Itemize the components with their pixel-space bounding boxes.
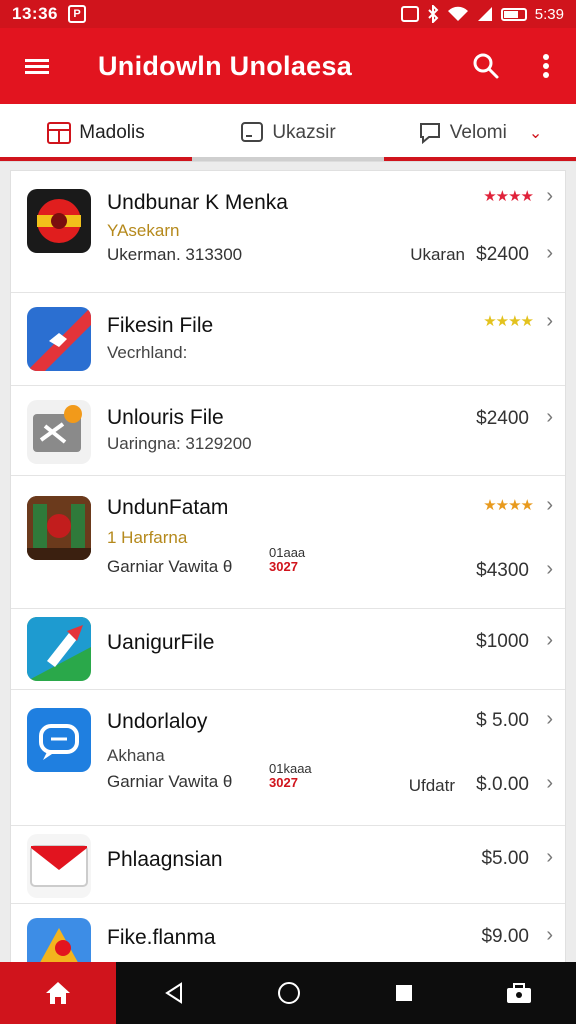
app-thumbnail	[27, 834, 91, 898]
home-icon[interactable]	[0, 962, 116, 1024]
app-thumbnail	[27, 189, 91, 253]
status-bar: 13:36 P 5:39	[0, 0, 576, 28]
bottom-nav	[0, 962, 576, 1024]
item-price: $2400	[476, 244, 529, 265]
item-subtitle: Uaringna: 3129200	[107, 434, 252, 453]
item-subtitle: Vecrhland:	[107, 343, 188, 362]
badge-top: 01aaa	[269, 545, 306, 560]
app-thumbnail	[27, 708, 91, 772]
circle-home-icon[interactable]	[231, 962, 346, 1024]
chevron-right-icon: ›	[546, 242, 553, 264]
chevron-right-icon: ›	[546, 558, 553, 580]
item-subtitle: 1 Harfarna	[107, 528, 188, 547]
list-item[interactable]: Unlouris File Uaringna: 3129200 $2400 ›	[11, 386, 565, 476]
status-clock-right: 5:39	[534, 5, 564, 23]
badge-top: 01kaaa	[269, 761, 312, 776]
item-name: Phlaagnsian	[107, 848, 223, 871]
tab-ukazsir[interactable]: Ukazsir	[192, 104, 384, 161]
list-item[interactable]: Undbunar K Menka YAsekarn Ukerman. 31330…	[11, 171, 565, 293]
item-price: $2400	[476, 408, 529, 429]
item-price: $.0.00	[476, 774, 529, 795]
item-name: Unlouris File	[107, 406, 224, 429]
chevron-right-icon: ›	[546, 772, 553, 794]
grid-icon	[47, 121, 72, 144]
chat-icon	[419, 122, 440, 144]
item-meta: Garniar Vawita θ	[107, 557, 233, 576]
item-name: Fikesin File	[107, 314, 214, 337]
tab-indicator	[0, 157, 192, 161]
item-price: $9.00	[481, 926, 529, 947]
status-time: 13:36	[12, 4, 58, 23]
battery-icon	[500, 7, 527, 21]
item-subtitle: Akhana	[107, 746, 165, 765]
item-price: $1000	[476, 631, 529, 652]
tab-label: Madolis	[79, 121, 145, 143]
item-name: UndunFatam	[107, 496, 229, 519]
list-item[interactable]: Undorlaloy Akhana Garniar Vawita θ 01kaa…	[11, 690, 565, 826]
chevron-right-icon: ›	[546, 406, 553, 428]
chevron-right-icon: ›	[546, 708, 553, 730]
signal-icon	[477, 7, 492, 21]
item-side-label: Ukaran	[410, 245, 465, 264]
item-subtitle: YAsekarn	[107, 221, 180, 240]
list-item[interactable]: UndunFatam 1 Harfarna Garniar Vawita θ 0…	[11, 476, 565, 609]
list-item[interactable]: UanigurFile $1000 ›	[11, 609, 565, 690]
tab-label: Ukazsir	[272, 121, 336, 143]
tab-bar: Madolis Ukazsir Velomi ⌄	[0, 104, 576, 162]
notification-icon: P	[67, 5, 86, 23]
item-name: Undbunar K Menka	[107, 191, 288, 214]
chevron-right-icon: ›	[546, 629, 553, 651]
chevron-right-icon: ›	[546, 846, 553, 868]
tab-label: Velomi	[449, 121, 507, 143]
item-meta: Garniar Vawita θ	[107, 772, 233, 791]
bluetooth-icon	[428, 5, 439, 23]
tab-madolis[interactable]: Madolis	[0, 104, 192, 161]
more-vert-icon[interactable]	[516, 28, 576, 104]
app-bar: Unidowln Unolaesa	[0, 28, 576, 104]
search-icon[interactable]	[456, 28, 516, 104]
tablet-icon	[241, 121, 264, 142]
wifi-icon	[447, 6, 468, 21]
briefcase-icon[interactable]	[461, 962, 576, 1024]
app-thumbnail	[27, 496, 91, 560]
item-meta: Ukerman. 313300	[107, 245, 243, 264]
item-name: UanigurFile	[107, 631, 215, 654]
back-icon[interactable]	[116, 962, 231, 1024]
item-price: $4300	[476, 560, 529, 581]
item-name: Undorlaloy	[107, 710, 208, 733]
item-price: $5.00	[481, 848, 529, 869]
square-recents-icon[interactable]	[346, 962, 461, 1024]
chevron-right-icon: ›	[546, 310, 553, 332]
rating-stars: ★★★★	[483, 188, 534, 205]
list-item[interactable]: Phlaagnsian $5.00 ›	[11, 826, 565, 904]
badge-bottom: 3027	[269, 775, 298, 790]
item-badge: 01kaaa 3027	[269, 762, 312, 790]
tab-indicator	[192, 157, 384, 161]
app-thumbnail	[27, 307, 91, 371]
file-list: Undbunar K Menka YAsekarn Ukerman. 31330…	[10, 170, 566, 985]
rating-stars: ★★★★	[483, 313, 534, 330]
item-price-top: $ 5.00	[476, 710, 529, 731]
nfc-icon	[400, 6, 419, 22]
chevron-right-icon: ›	[546, 185, 553, 207]
rating-stars: ★★★★	[483, 497, 534, 514]
item-badge: 01aaa 3027	[269, 546, 305, 574]
chevron-down-icon[interactable]: ⌄	[529, 123, 542, 143]
chevron-right-icon: ›	[546, 924, 553, 946]
menu-icon[interactable]	[0, 28, 74, 104]
chevron-right-icon: ›	[546, 494, 553, 516]
tab-velomi[interactable]: Velomi ⌄	[384, 104, 576, 161]
app-title: Unidowln Unolaesa	[98, 50, 353, 81]
item-side-label: Ufdatr	[408, 776, 455, 795]
tab-indicator	[384, 157, 576, 161]
badge-bottom: 3027	[269, 559, 298, 574]
status-icons: 5:39	[400, 5, 564, 23]
list-item[interactable]: Fikesin File Vecrhland: ★★★★ ›	[11, 293, 565, 386]
app-thumbnail	[27, 400, 91, 464]
app-thumbnail	[27, 617, 91, 681]
item-name: Fike.flanma	[107, 926, 216, 949]
